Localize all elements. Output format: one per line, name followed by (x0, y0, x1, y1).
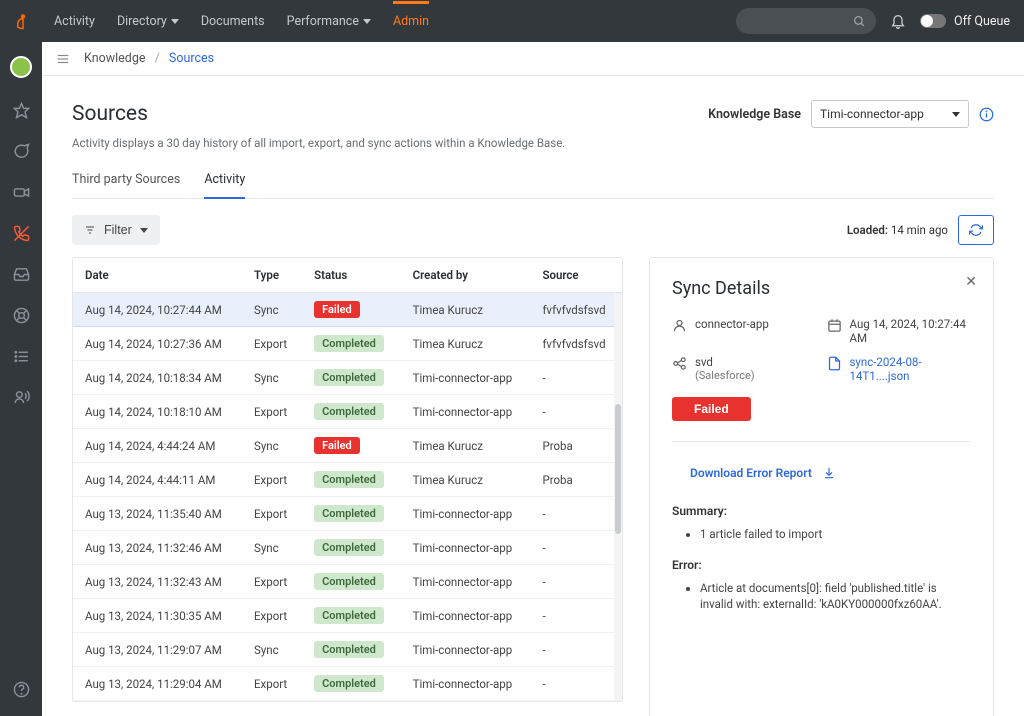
status-badge: Completed (314, 675, 384, 692)
loaded-indicator: Loaded: 14 min ago (847, 223, 948, 237)
table-row[interactable]: Aug 13, 2024, 11:32:43 AMExportCompleted… (73, 565, 622, 599)
details-title: Sync Details (672, 278, 971, 299)
chevron-down-icon (171, 19, 179, 24)
table-row[interactable]: Aug 13, 2024, 11:29:07 AMSyncCompletedTi… (73, 633, 622, 667)
search-icon (853, 15, 866, 28)
col-status: Status (302, 258, 401, 293)
status-badge: Failed (672, 397, 751, 421)
tabs: Third party Sources Activity (72, 172, 994, 199)
breadcrumb-bar: Knowledge / Sources (42, 42, 1024, 76)
table-row[interactable]: Aug 14, 2024, 10:18:34 AMSyncCompletedTi… (73, 361, 622, 395)
file-icon (827, 356, 842, 371)
queue-toggle[interactable] (920, 14, 946, 28)
tab-activity[interactable]: Activity (204, 172, 245, 199)
nav-activity[interactable]: Activity (54, 14, 95, 29)
status-badge: Completed (314, 607, 384, 624)
sync-details-panel: ✕ Sync Details connector-app Aug 14, 202… (649, 257, 994, 716)
table-body: Aug 14, 2024, 10:27:44 AMSyncFailedTimea… (73, 293, 622, 701)
details-file[interactable]: sync-2024-08-14T1....json (827, 355, 972, 383)
kb-label: Knowledge Base (708, 107, 801, 122)
details-app: connector-app (672, 317, 817, 345)
table-row[interactable]: Aug 14, 2024, 10:18:10 AMExportCompleted… (73, 395, 622, 429)
left-sidebar (0, 42, 42, 716)
filter-icon (84, 224, 96, 236)
table-scrollbar[interactable] (614, 294, 622, 701)
breadcrumb-current[interactable]: Sources (169, 51, 214, 66)
phone-disabled-icon[interactable] (13, 225, 30, 242)
user-avatar[interactable] (10, 56, 32, 78)
close-icon[interactable]: ✕ (965, 274, 977, 290)
search-input[interactable] (736, 8, 876, 34)
chevron-down-icon (952, 112, 960, 117)
table-row[interactable]: Aug 13, 2024, 11:29:04 AMExportCompleted… (73, 667, 622, 701)
table-row[interactable]: Aug 14, 2024, 10:27:44 AMSyncFailedTimea… (73, 293, 622, 327)
table-row[interactable]: Aug 14, 2024, 4:44:11 AMExportCompletedT… (73, 463, 622, 497)
chevron-down-icon (363, 19, 371, 24)
nav-admin[interactable]: Admin (393, 14, 429, 29)
page-description: Activity displays a 30 day history of al… (72, 136, 994, 150)
status-badge: Completed (314, 369, 384, 386)
filter-button[interactable]: Filter (72, 215, 160, 245)
breadcrumb-root[interactable]: Knowledge (84, 51, 146, 66)
tab-third-party-sources[interactable]: Third party Sources (72, 172, 180, 198)
star-icon[interactable] (13, 102, 30, 119)
status-badge: Failed (314, 437, 360, 454)
nav-performance[interactable]: Performance (287, 14, 371, 29)
status-badge: Completed (314, 471, 384, 488)
activity-table: DateTypeStatusCreated bySource Aug 14, 2… (72, 257, 623, 702)
col-date: Date (73, 258, 242, 293)
user-icon (672, 318, 687, 333)
download-error-report-link[interactable]: Download Error Report (690, 466, 971, 480)
col-type: Type (242, 258, 302, 293)
app-logo-icon (14, 12, 32, 30)
video-icon[interactable] (13, 184, 30, 201)
bell-icon[interactable] (890, 13, 906, 29)
nav-items: Activity Directory Documents Performance Adm… (54, 14, 429, 29)
refresh-button[interactable] (958, 215, 994, 245)
share-icon (672, 356, 687, 371)
error-label: Error: (672, 558, 971, 572)
status-badge: Failed (314, 301, 360, 318)
main: Knowledge / Sources Sources Knowledge Ba… (42, 42, 1024, 716)
page-title: Sources (72, 102, 148, 126)
info-icon[interactable] (979, 107, 994, 122)
status-badge: Completed (314, 539, 384, 556)
calendar-icon (827, 318, 842, 333)
kb-select[interactable]: Timi-connector-app (811, 100, 969, 128)
broadcast-icon[interactable] (13, 389, 30, 406)
chevron-down-icon (140, 228, 148, 233)
hamburger-icon[interactable] (56, 52, 70, 66)
summary-list: 1 article failed to import (672, 526, 971, 542)
details-date: Aug 14, 2024, 10:27:44 AM (827, 317, 972, 345)
table-row[interactable]: Aug 13, 2024, 11:32:46 AMSyncCompletedTi… (73, 531, 622, 565)
download-icon (822, 466, 836, 480)
chat-icon[interactable] (13, 143, 30, 160)
lifebuoy-icon[interactable] (13, 307, 30, 324)
summary-label: Summary: (672, 504, 971, 518)
inbox-icon[interactable] (13, 266, 30, 283)
status-badge: Completed (314, 641, 384, 658)
error-list: Article at documents[0]: field 'publishe… (672, 580, 971, 612)
table-row[interactable]: Aug 14, 2024, 10:27:36 AMExportCompleted… (73, 327, 622, 361)
help-icon[interactable] (13, 681, 30, 698)
status-badge: Completed (314, 403, 384, 420)
breadcrumb: Knowledge / Sources (84, 51, 214, 66)
top-nav: Activity Directory Documents Performance Adm… (0, 0, 1024, 42)
table-header-row: DateTypeStatusCreated bySource (73, 258, 622, 293)
status-badge: Completed (314, 573, 384, 590)
nav-directory[interactable]: Directory (117, 14, 179, 29)
details-source: svd (Salesforce) (672, 355, 817, 383)
status-badge: Completed (314, 335, 384, 352)
table-row[interactable]: Aug 13, 2024, 11:35:40 AMExportCompleted… (73, 497, 622, 531)
col-created-by: Created by (401, 258, 531, 293)
col-source: Source (530, 258, 622, 293)
table-row[interactable]: Aug 13, 2024, 11:30:35 AMExportCompleted… (73, 599, 622, 633)
queue-label: Off Queue (954, 14, 1010, 29)
table-row[interactable]: Aug 14, 2024, 4:44:24 AMSyncFailedTimea … (73, 429, 622, 463)
refresh-icon (969, 223, 983, 237)
nav-documents[interactable]: Documents (201, 14, 265, 29)
status-badge: Completed (314, 505, 384, 522)
list-icon[interactable] (13, 348, 30, 365)
